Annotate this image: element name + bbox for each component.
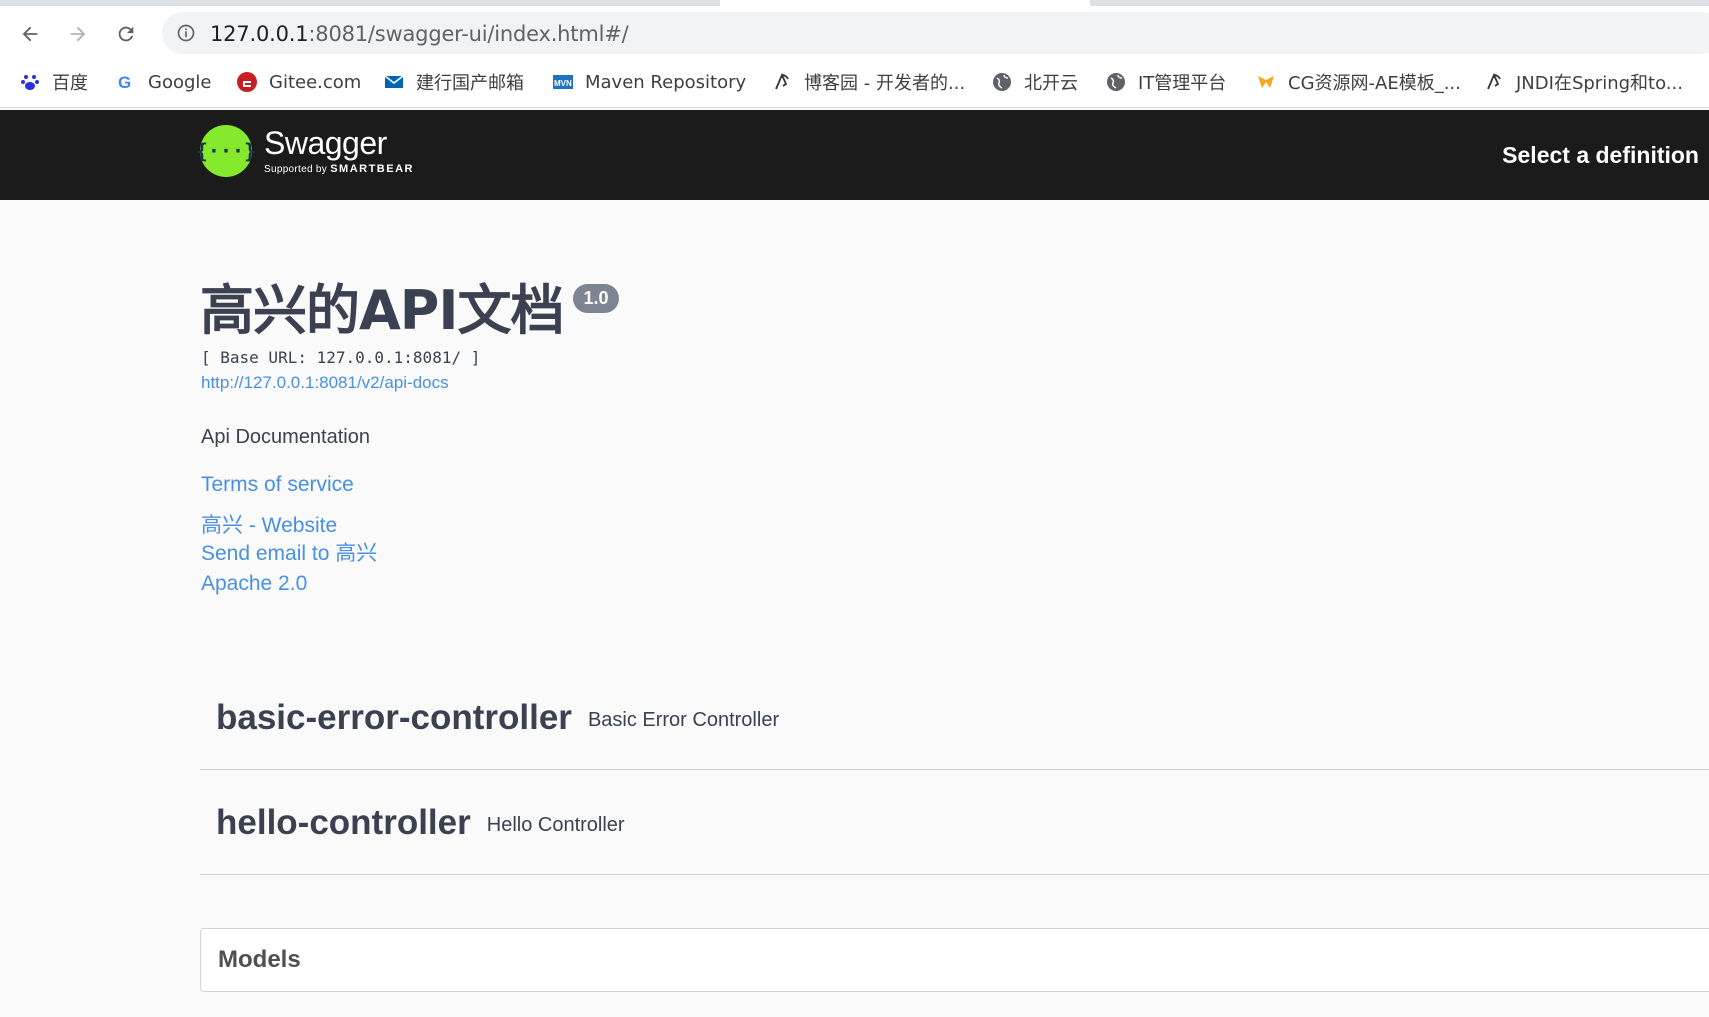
email-link[interactable]: Send email to 高兴	[201, 537, 377, 567]
bookmark-jndi[interactable]: JNDI在Spring和to...	[1484, 68, 1683, 96]
browser-chrome: 127.0.0.1:8081/swagger-ui/index.html#/ 百…	[0, 0, 1709, 108]
globe-icon	[1106, 72, 1126, 92]
url-path: :8081/swagger-ui/index.html#/	[308, 22, 629, 46]
api-docs-link[interactable]: http://127.0.0.1:8081/v2/api-docs	[201, 373, 449, 393]
svg-text:G: G	[118, 73, 131, 92]
bookmark-label: CG资源网-AE模板_...	[1288, 73, 1461, 94]
models-section[interactable]: Models	[200, 928, 1709, 992]
bookmark-label: 北开云	[1024, 73, 1078, 94]
bookmark-gitee[interactable]: Gitee.com	[237, 68, 361, 96]
select-definition-label: Select a definition	[1502, 142, 1699, 168]
version-badge: 1.0	[573, 284, 619, 313]
tag-description: Hello Controller	[486, 814, 625, 836]
bookmark-mail[interactable]: 建行国产邮箱	[384, 68, 524, 96]
tag-description: Basic Error Controller	[587, 709, 780, 731]
bookmarks-bar: 百度 G Google Gitee.com 建行国产邮箱 MVN Maven R…	[0, 64, 1709, 100]
tag-name: basic-error-controller	[216, 697, 572, 737]
gitee-icon	[237, 72, 257, 92]
swagger-logo-text: Swagger Supported by SMARTBEAR	[264, 127, 414, 175]
bookmark-label: Google	[148, 71, 212, 93]
svg-text:MVN: MVN	[554, 79, 572, 88]
reload-icon	[118, 26, 134, 42]
terms-of-service-link[interactable]: Terms of service	[201, 473, 354, 497]
license-link[interactable]: Apache 2.0	[201, 572, 307, 596]
tag-hello-controller[interactable]: hello-controller Hello Controller	[200, 771, 1709, 875]
bookmark-google[interactable]: G Google	[116, 68, 211, 96]
arrow-left-icon	[22, 26, 38, 42]
cnblogs-icon	[772, 72, 792, 92]
forward-button[interactable]	[60, 16, 96, 52]
baidu-icon	[20, 72, 40, 92]
swagger-logo[interactable]: {···} Swagger Supported by SMARTBEAR	[196, 125, 414, 177]
logo-name: Swagger	[264, 125, 387, 161]
active-tab[interactable]	[720, 0, 1090, 6]
bookmark-label: 百度	[52, 73, 88, 94]
google-icon: G	[116, 72, 136, 92]
bookmark-baidu[interactable]: 百度	[20, 68, 88, 96]
cg-icon	[1256, 72, 1276, 92]
tag-name: hello-controller	[216, 802, 471, 842]
url-host: 127.0.0.1	[210, 22, 309, 46]
maven-icon: MVN	[553, 72, 573, 92]
bookmark-label: JNDI在Spring和to...	[1516, 73, 1683, 94]
bookmark-cnblogs[interactable]: 博客园 - 开发者的...	[772, 68, 965, 96]
bookmark-label: 建行国产邮箱	[416, 73, 524, 94]
api-title: 高兴的API文档	[200, 279, 564, 342]
bookmark-label: Maven Repository	[585, 71, 747, 93]
tag-basic-error-controller[interactable]: basic-error-controller Basic Error Contr…	[200, 666, 1709, 770]
bookmark-label: 博客园 - 开发者的...	[804, 73, 966, 94]
bookmark-it-platform[interactable]: IT管理平台	[1106, 68, 1226, 96]
swagger-main: 高兴的API文档 1.0 [ Base URL: 127.0.0.1:8081/…	[0, 200, 1709, 1017]
bookmark-maven[interactable]: MVN Maven Repository	[553, 68, 746, 96]
info-icon[interactable]	[176, 23, 196, 43]
api-description: Api Documentation	[201, 426, 370, 448]
swagger-topbar: {···} Swagger Supported by SMARTBEAR Sel…	[0, 110, 1709, 200]
base-url: [ Base URL: 127.0.0.1:8081/ ]	[201, 348, 481, 367]
reload-button[interactable]	[108, 16, 144, 52]
globe-icon	[992, 72, 1012, 92]
logo-subtitle: Supported by SMARTBEAR	[264, 163, 414, 175]
back-button[interactable]	[12, 16, 48, 52]
models-title: Models	[218, 946, 301, 973]
arrow-right-icon	[70, 26, 86, 42]
bookmark-label: Gitee.com	[269, 71, 362, 93]
website-link[interactable]: 高兴 - Website	[201, 509, 337, 539]
bookmark-beikaiyun[interactable]: 北开云	[992, 68, 1078, 96]
api-title-row: 高兴的API文档 1.0	[200, 280, 619, 342]
bookmark-label: IT管理平台	[1138, 73, 1227, 94]
address-bar[interactable]: 127.0.0.1:8081/swagger-ui/index.html#/	[162, 12, 1709, 54]
url-text[interactable]: 127.0.0.1:8081/swagger-ui/index.html#/	[210, 22, 629, 46]
bookmark-cg[interactable]: CG资源网-AE模板_...	[1256, 68, 1461, 96]
logo-sub-prefix: Supported by	[264, 164, 328, 175]
logo-sub-brand: SMARTBEAR	[330, 163, 414, 175]
swagger-logo-icon: {···}	[196, 125, 256, 177]
cnblogs-icon	[1484, 72, 1504, 92]
mail-icon	[384, 72, 404, 92]
